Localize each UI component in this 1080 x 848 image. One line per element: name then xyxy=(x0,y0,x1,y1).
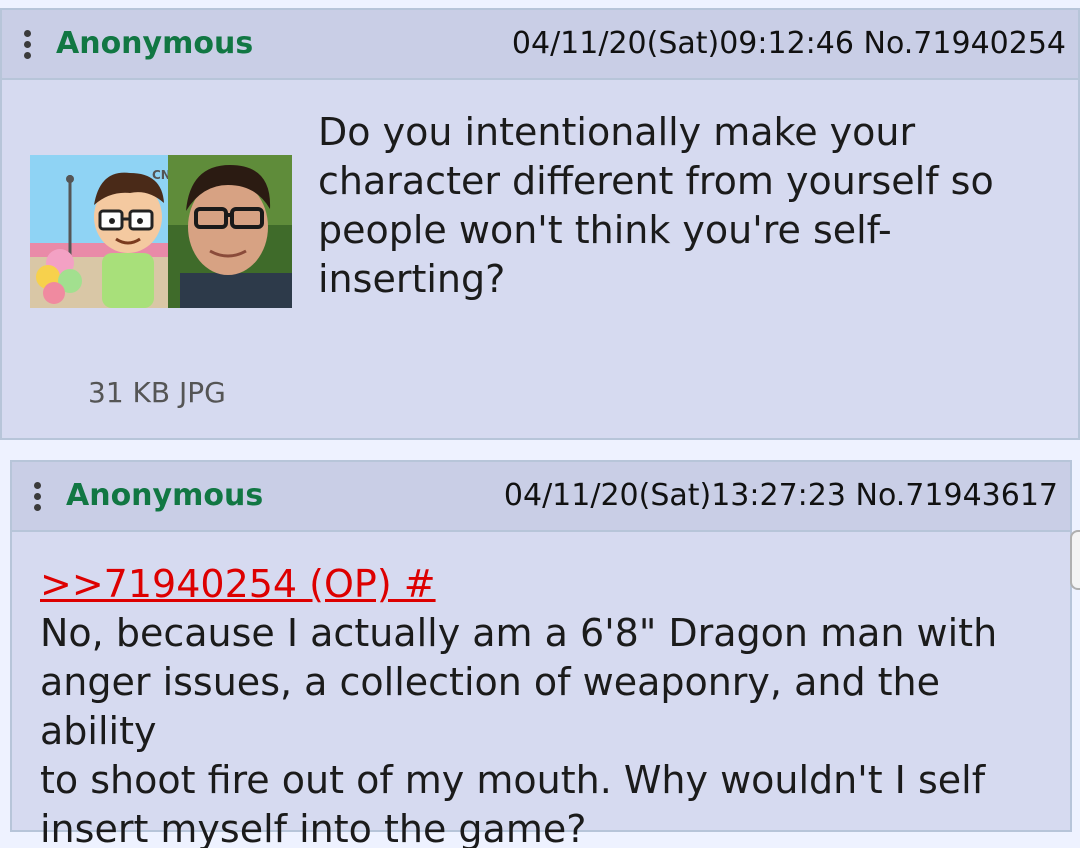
scroll-handle[interactable] xyxy=(1070,530,1080,590)
post-header: Anonymous 04/11/20(Sat)13:27:23 No.71943… xyxy=(12,462,1070,532)
post-comment: Do you intentionally make your character… xyxy=(318,110,994,301)
op-post: Anonymous 04/11/20(Sat)09:12:46 No.71940… xyxy=(0,8,1080,440)
vertical-dots-menu-icon[interactable] xyxy=(24,30,32,60)
reply-text: No, because I actually am a 6'8" Dragon … xyxy=(40,611,998,848)
thread-page: Anonymous 04/11/20(Sat)09:12:46 No.71940… xyxy=(0,0,1080,848)
reply-post: Anonymous 04/11/20(Sat)13:27:23 No.71943… xyxy=(10,460,1072,848)
post-comment: >>71940254 (OP) # No, because I actually… xyxy=(40,560,1060,848)
post-header: Anonymous 04/11/20(Sat)09:12:46 No.71940… xyxy=(2,10,1078,80)
poster-name: Anonymous xyxy=(56,26,254,61)
thumbnail-image: CN xyxy=(30,155,292,308)
quote-link[interactable]: >>71940254 (OP) # xyxy=(40,562,436,606)
vertical-dots-menu-icon[interactable] xyxy=(34,482,42,512)
file-info[interactable]: 31 KB JPG xyxy=(88,376,226,409)
post-date-number[interactable]: 04/11/20(Sat)09:12:46 No.71940254 xyxy=(512,26,1066,62)
post-date-number[interactable]: 04/11/20(Sat)13:27:23 No.71943617 xyxy=(504,478,1058,514)
poster-name: Anonymous xyxy=(66,478,264,513)
post-image-thumbnail[interactable]: CN xyxy=(30,155,292,308)
